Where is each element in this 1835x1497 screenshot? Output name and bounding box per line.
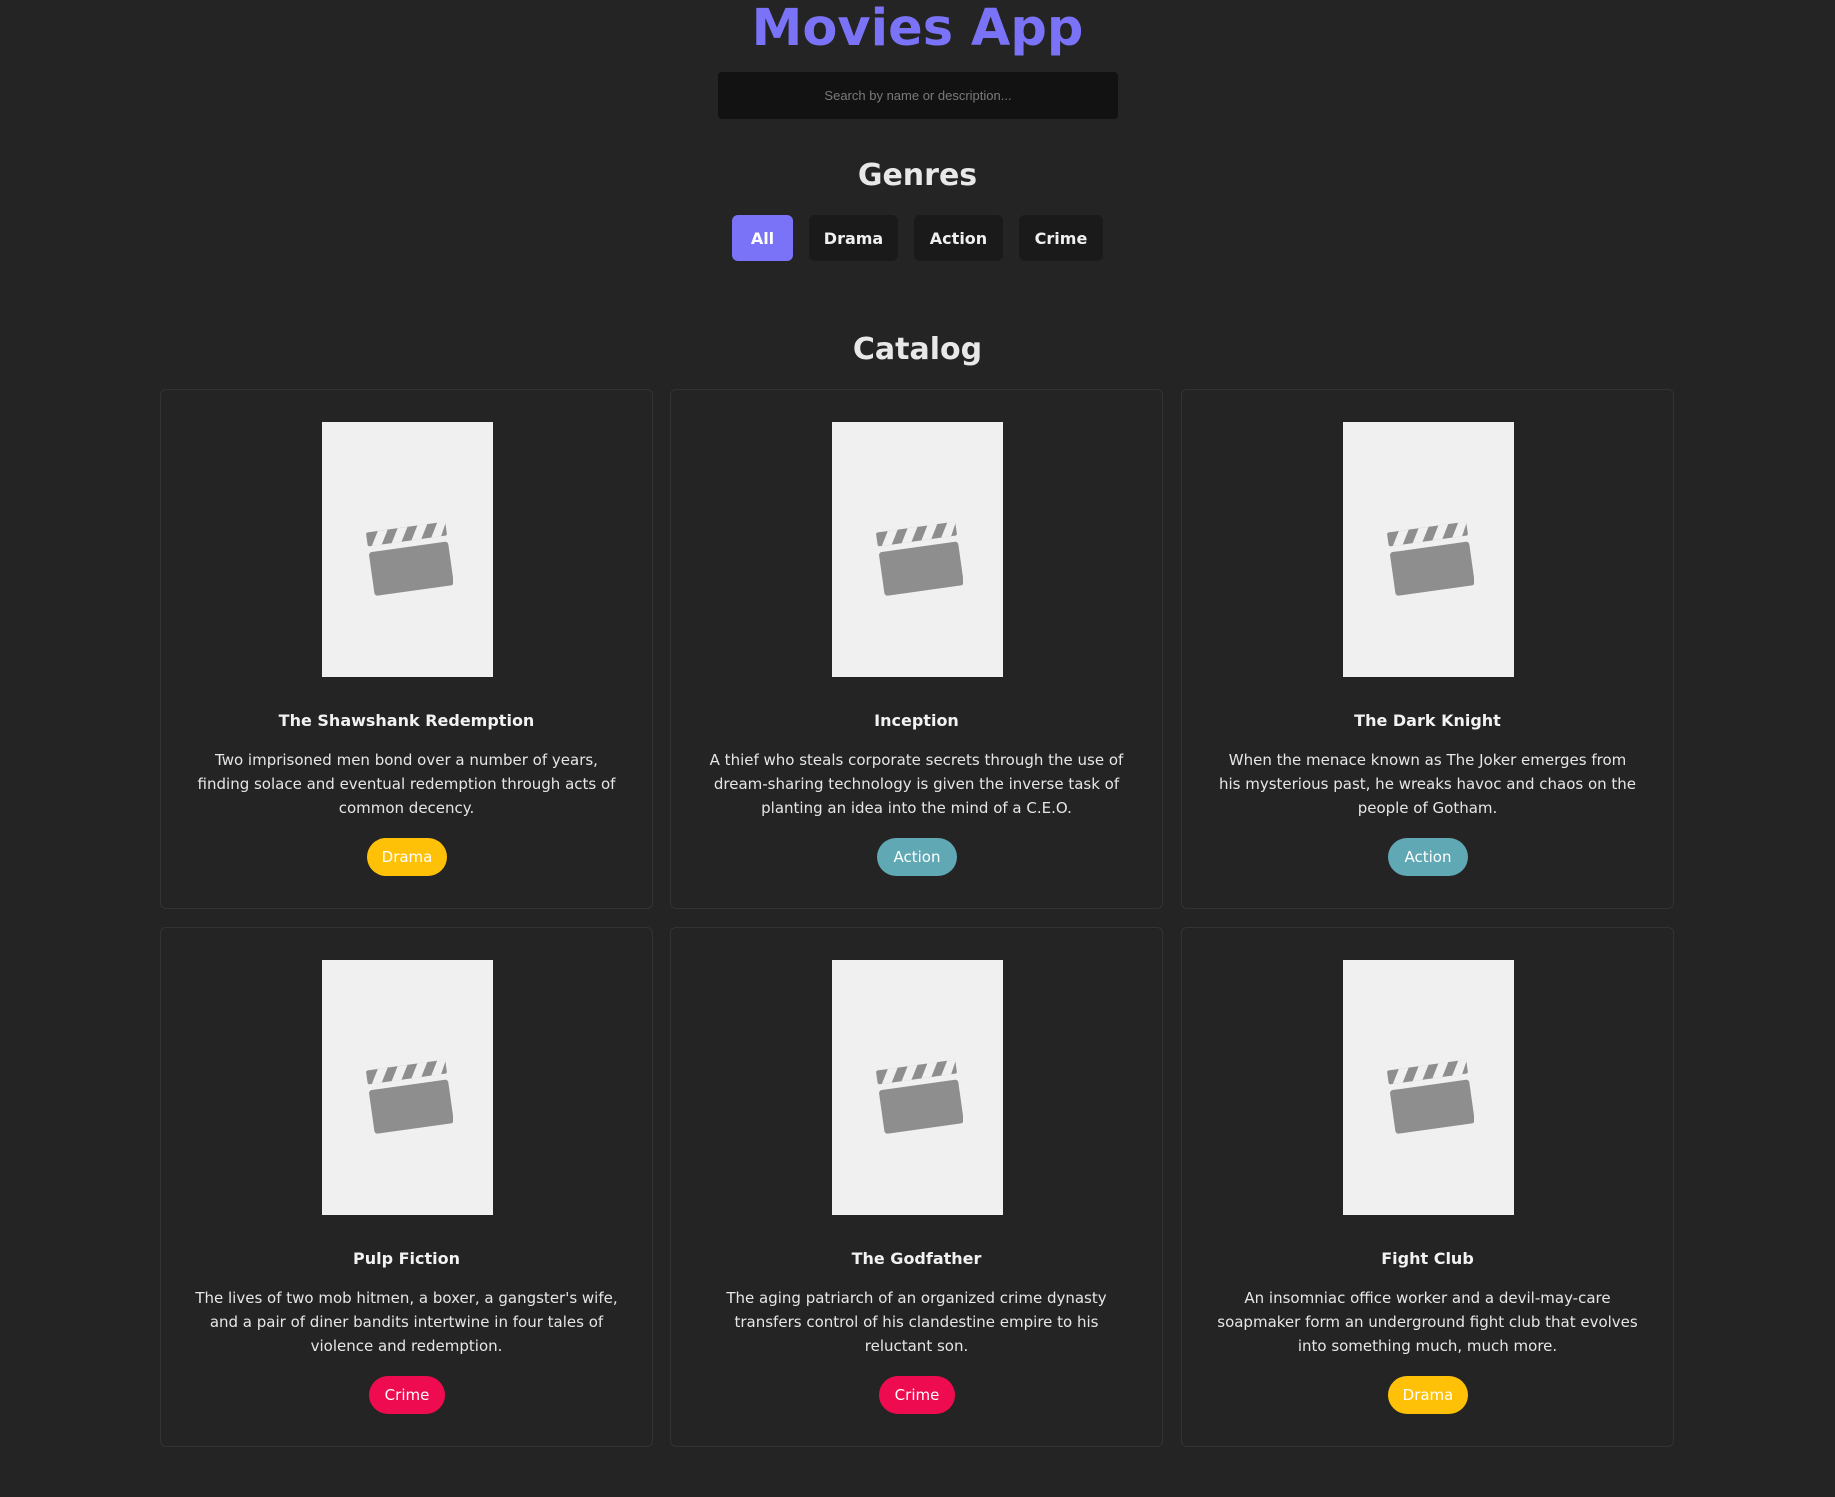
movie-description: When the menace known as The Joker emerg… <box>1218 751 1637 817</box>
clapperboard-icon <box>366 521 453 596</box>
clapperboard-icon <box>876 521 963 596</box>
genre-button-action[interactable]: Action <box>914 215 1003 261</box>
movie-card: Inception A thief who steals corporate s… <box>670 389 1163 909</box>
movie-description: The lives of two mob hitmen, a boxer, a … <box>195 1289 618 1355</box>
movie-description: Two imprisoned men bond over a number of… <box>197 751 616 817</box>
genre-badge: Action <box>877 838 957 876</box>
genre-filter-bar: All Drama Action Crime <box>0 215 1835 261</box>
movie-poster <box>832 422 1003 677</box>
genre-badge: Action <box>1388 838 1468 876</box>
movie-card: Pulp Fiction The lives of two mob hitmen… <box>160 927 653 1447</box>
movie-card: The Godfather The aging patriarch of an … <box>670 927 1163 1447</box>
movie-poster <box>1343 422 1514 677</box>
genre-button-drama[interactable]: Drama <box>809 215 898 261</box>
movie-poster <box>1343 960 1514 1215</box>
clapperboard-icon <box>366 1059 453 1134</box>
movie-poster <box>322 960 493 1215</box>
catalog-heading: Catalog <box>852 332 983 367</box>
movie-description: An insomniac office worker and a devil-m… <box>1217 1289 1638 1355</box>
movie-title: Pulp Fiction <box>352 1249 461 1268</box>
movie-card: The Shawshank Redemption Two imprisoned … <box>160 389 653 909</box>
movie-title: The Shawshank Redemption <box>278 711 535 730</box>
genre-button-all[interactable]: All <box>732 215 793 261</box>
genre-badge: Crime <box>879 1376 955 1414</box>
movie-description: A thief who steals corporate secrets thr… <box>709 751 1124 817</box>
movie-card: The Dark Knight When the menace known as… <box>1181 389 1674 909</box>
clapperboard-icon <box>876 1059 963 1134</box>
search-input[interactable] <box>718 72 1118 119</box>
movie-description: The aging patriarch of an organized crim… <box>726 1289 1107 1355</box>
movie-title: The Dark Knight <box>1354 711 1501 730</box>
movie-title: The Godfather <box>851 1249 982 1268</box>
movie-poster <box>322 422 493 677</box>
genre-badge: Crime <box>369 1376 445 1414</box>
movie-title: Inception <box>874 711 959 730</box>
app-title: Movies App <box>751 0 1084 58</box>
genres-heading: Genres <box>857 158 978 193</box>
clapperboard-icon <box>1387 1059 1474 1134</box>
genre-badge: Drama <box>367 838 447 876</box>
movie-title: Fight Club <box>1381 1249 1474 1268</box>
movie-card: Fight Club An insomniac office worker an… <box>1181 927 1674 1447</box>
genre-badge: Drama <box>1388 1376 1468 1414</box>
clapperboard-icon <box>1387 521 1474 596</box>
genre-button-crime[interactable]: Crime <box>1019 215 1103 261</box>
search-box <box>718 72 1118 119</box>
movie-poster <box>832 960 1003 1215</box>
